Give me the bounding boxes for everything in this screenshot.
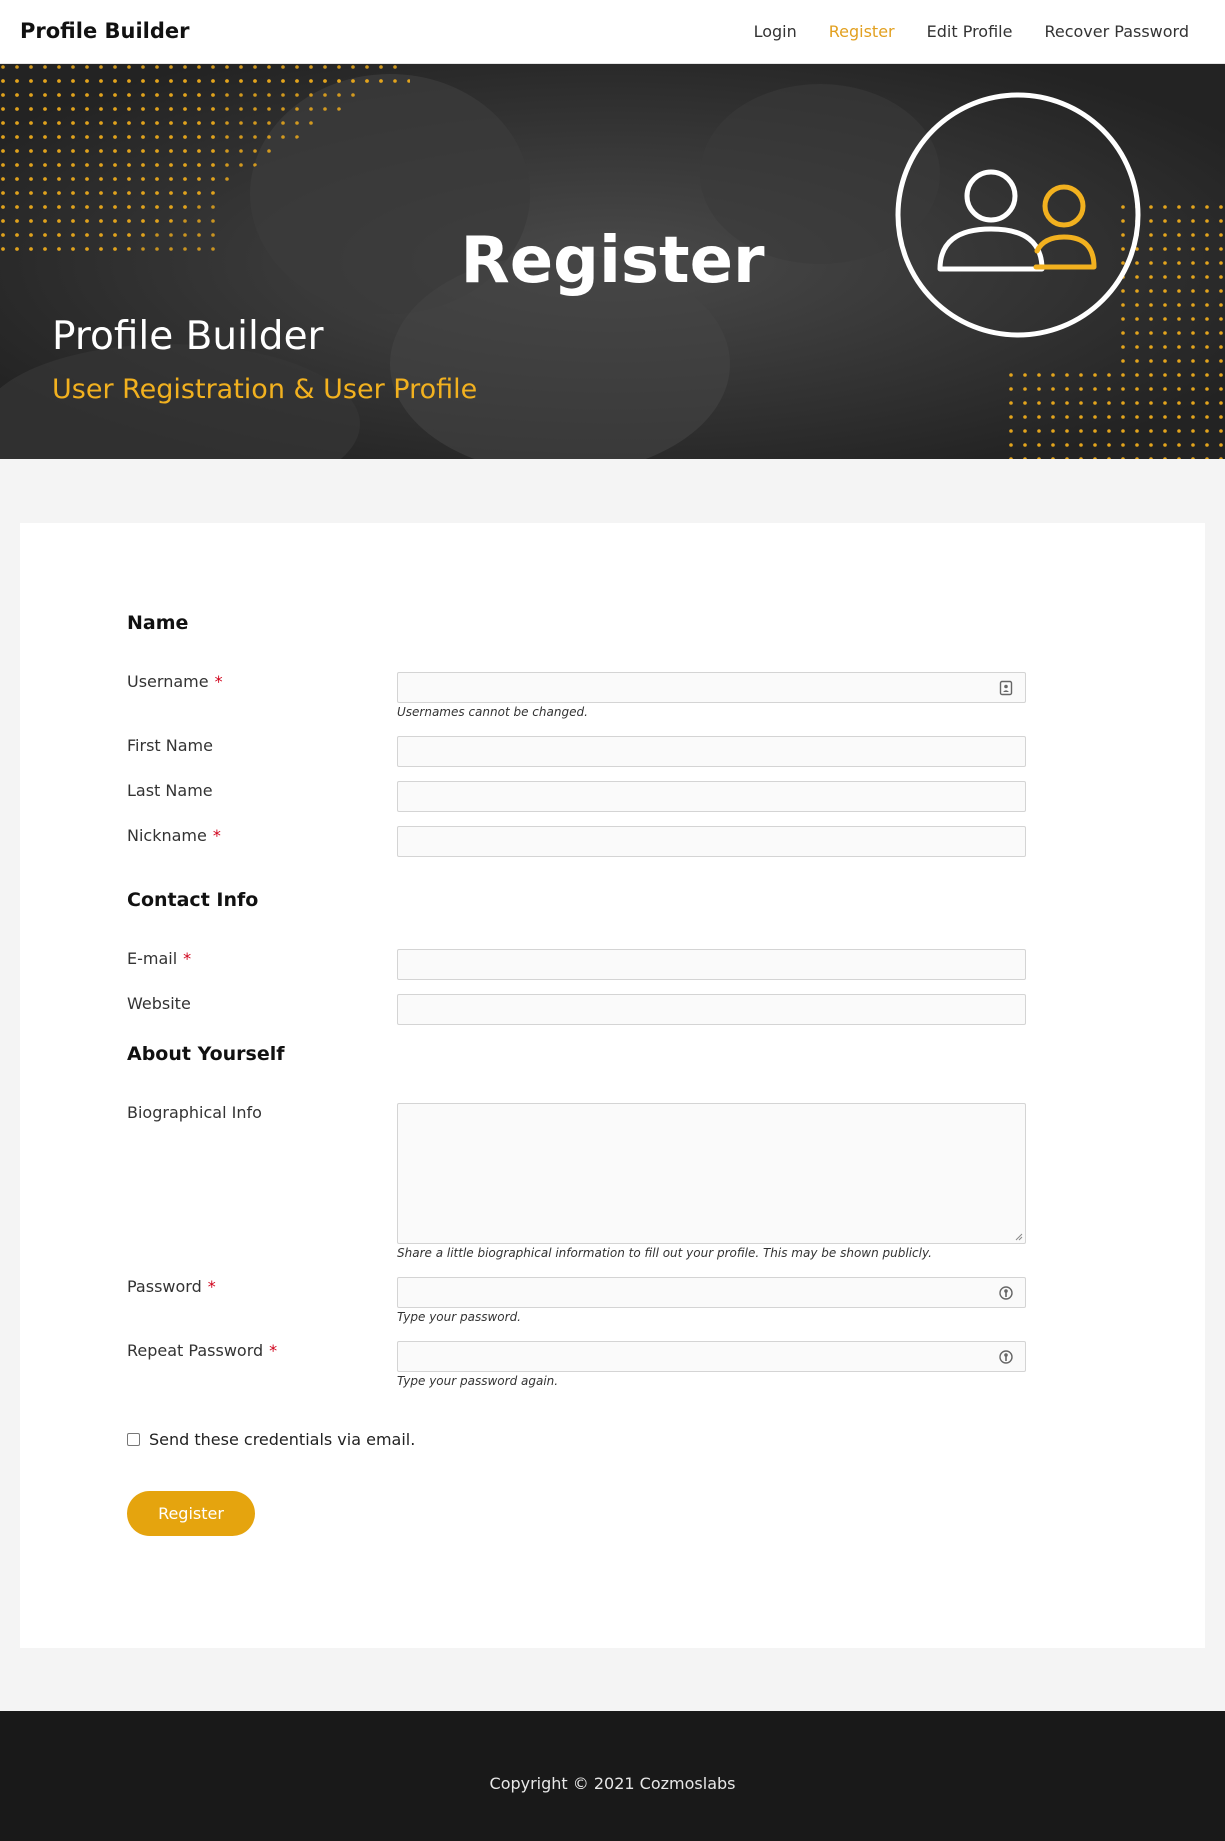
section-contact-title: Contact Info [127, 889, 259, 911]
hero-brand: Profile Builder [52, 314, 324, 359]
nickname-input[interactable] [397, 826, 1026, 857]
password-label: Password * [127, 1277, 216, 1296]
last-name-input[interactable] [397, 781, 1026, 812]
key-icon [999, 1350, 1013, 1364]
nickname-label: Nickname * [127, 826, 221, 845]
repeat-password-input[interactable] [397, 1341, 1026, 1372]
key-icon [999, 1286, 1013, 1300]
section-about-title: About Yourself [127, 1043, 285, 1065]
contact-card-icon [999, 680, 1013, 696]
registration-form: Name Username * Usernames cannot be chang… [20, 523, 1205, 1648]
site-title[interactable]: Profile Builder [20, 19, 189, 43]
resize-handle-icon[interactable] [1014, 1232, 1023, 1241]
site-header: Profile Builder Login Register Edit Prof… [0, 0, 1225, 64]
password-hint: Type your password. [397, 1310, 521, 1324]
send-credentials-checkbox[interactable] [127, 1433, 140, 1446]
email-label: E-mail * [127, 949, 192, 968]
send-credentials-label[interactable]: Send these credentials via email. [149, 1430, 415, 1449]
bio-textarea[interactable] [397, 1103, 1026, 1244]
website-label: Website [127, 994, 191, 1013]
first-name-input[interactable] [397, 736, 1026, 767]
nav-edit-profile[interactable]: Edit Profile [927, 22, 1013, 41]
hero-tagline: User Registration & User Profile [52, 374, 478, 405]
first-name-label: First Name [127, 736, 213, 755]
repeat-password-hint: Type your password again. [397, 1374, 559, 1388]
nav-recover-password[interactable]: Recover Password [1044, 22, 1189, 41]
last-name-label: Last Name [127, 781, 213, 800]
website-input[interactable] [397, 994, 1026, 1025]
username-label: Username * [127, 672, 223, 691]
username-input[interactable] [397, 672, 1026, 703]
register-button[interactable]: Register [127, 1491, 255, 1536]
password-input[interactable] [397, 1277, 1026, 1308]
copyright-text: Copyright © 2021 Cozmoslabs [489, 1774, 736, 1793]
username-hint: Usernames cannot be changed. [397, 705, 588, 719]
send-credentials-row: Send these credentials via email. [127, 1430, 415, 1449]
hero-banner: Register Profile Builder User Registrati… [0, 64, 1225, 459]
nav-login[interactable]: Login [754, 22, 797, 41]
repeat-password-label: Repeat Password * [127, 1341, 278, 1360]
nav-register[interactable]: Register [829, 22, 895, 41]
bio-label: Biographical Info [127, 1103, 262, 1122]
main-nav: Login Register Edit Profile Recover Pass… [754, 22, 1189, 41]
users-icon [895, 92, 1141, 338]
bio-hint: Share a little biographical information … [397, 1246, 932, 1260]
email-input[interactable] [397, 949, 1026, 980]
section-name-title: Name [127, 612, 189, 634]
